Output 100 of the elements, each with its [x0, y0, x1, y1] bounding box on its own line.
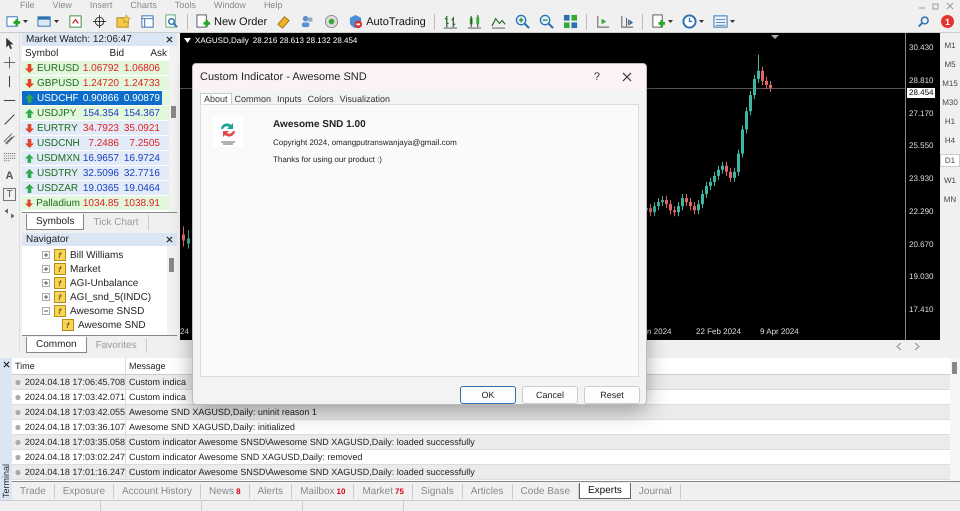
caret-icon[interactable]	[698, 20, 704, 23]
tree-item[interactable]: Awesome SNSD	[70, 306, 144, 316]
scrollbar-thumb[interactable]	[952, 362, 957, 374]
shift-marker-icon[interactable]	[771, 35, 779, 39]
new-chart-icon[interactable]	[6, 14, 21, 29]
tree-item[interactable]: Awesome SND	[78, 320, 146, 330]
symbol-row[interactable]: Palladium 1034.85 1038.91	[22, 196, 169, 211]
terminal-tab[interactable]: News 8	[201, 484, 250, 499]
column-header[interactable]: Message	[126, 361, 166, 371]
symbol-row[interactable]: EURUSD 1.06792 1.06806	[22, 61, 169, 76]
arrows-icon[interactable]	[3, 207, 16, 220]
column-header[interactable]: Time	[12, 358, 126, 374]
bar-chart-icon[interactable]	[442, 14, 458, 29]
dialog-button[interactable]: Reset	[584, 386, 640, 404]
panel-icon[interactable]	[140, 14, 155, 29]
close-icon[interactable]	[166, 36, 173, 43]
expander-icon[interactable]	[42, 307, 50, 315]
panel-tab[interactable]: Common	[26, 337, 87, 353]
caret-icon[interactable]	[668, 20, 673, 23]
symbol-row[interactable]: USDMXN 16.9657 16.9724	[22, 151, 169, 166]
dialog-button[interactable]: OK	[460, 386, 516, 404]
caret-icon[interactable]	[54, 20, 59, 23]
panel-tab[interactable]: Symbols	[26, 214, 84, 230]
close-icon[interactable]	[2, 361, 10, 368]
column-header[interactable]: Ask	[126, 48, 169, 59]
indicator-icon[interactable]	[650, 14, 666, 29]
tile-windows-icon[interactable]	[562, 14, 578, 29]
timeframe-button[interactable]: H4	[941, 135, 959, 146]
tree-item[interactable]: AGI_snd_5(INDC)	[70, 292, 152, 302]
zoom-in-icon[interactable]	[514, 14, 530, 29]
symbol-row[interactable]: USDTRY 32.5096 32.7716	[22, 166, 169, 181]
timeframe-button[interactable]: H1	[941, 116, 959, 127]
expander-icon[interactable]	[42, 279, 50, 287]
text-tool[interactable]: A	[6, 170, 14, 182]
scrollbar-thumb[interactable]	[171, 106, 176, 118]
timeframe-button[interactable]: M30	[941, 97, 959, 108]
zoom-out-icon[interactable]	[538, 14, 554, 29]
column-header[interactable]: Symbol	[22, 48, 83, 59]
close-icon[interactable]	[622, 72, 632, 82]
status-dot-icon	[15, 454, 21, 460]
candlestick-icon[interactable]	[466, 14, 482, 29]
terminal-tab[interactable]: Experts	[579, 483, 631, 500]
scroll-left-icon[interactable]	[896, 343, 902, 350]
symbol-row[interactable]: USDCHF 0.90866 0.90879	[22, 91, 169, 106]
symbol-row[interactable]: EURTRY 34.7923 35.0921	[22, 121, 169, 136]
star-folder-icon[interactable]	[116, 14, 131, 29]
symbol-row[interactable]: USDJPY 154.354 154.367	[22, 106, 169, 121]
dropdown-triangle-icon[interactable]	[184, 38, 191, 43]
auto-trading-button[interactable]: AutoTrading	[345, 14, 429, 29]
terminal-tab[interactable]: Market 75	[354, 484, 413, 499]
clock-icon[interactable]	[682, 14, 697, 29]
scrollbar-thumb[interactable]	[169, 258, 174, 272]
new-order-button[interactable]: New Order	[193, 14, 270, 29]
auto-scroll-icon[interactable]	[594, 14, 610, 29]
help-button[interactable]: ?	[594, 70, 600, 83]
template-icon[interactable]	[712, 14, 728, 29]
fibonacci-icon[interactable]	[3, 151, 16, 164]
magnifier-document-icon[interactable]	[164, 14, 179, 29]
dialog-tab[interactable]: Colors	[304, 94, 337, 104]
caret-icon[interactable]	[23, 20, 28, 23]
dialog-tab[interactable]: About	[200, 92, 232, 104]
symbol-row[interactable]: USDCNH 7.2486 7.2505	[22, 136, 169, 151]
indicator-name: Awesome SND 1.00	[273, 118, 367, 130]
timeframe-button[interactable]: MN	[941, 194, 959, 205]
dialog-tab[interactable]: Visualization	[336, 94, 393, 104]
expander-icon[interactable]	[42, 265, 50, 273]
chart-shift-icon[interactable]	[618, 14, 634, 29]
channel-icon[interactable]	[3, 132, 16, 145]
people-icon[interactable]	[300, 14, 316, 29]
timeframe-button[interactable]: M1	[941, 40, 959, 51]
tree-item[interactable]: Bill Williams	[70, 250, 124, 260]
terminal-tab[interactable]: Mailbox 10	[292, 484, 354, 499]
timeframe-button[interactable]: M5	[941, 59, 959, 70]
trend-line-icon[interactable]	[3, 113, 16, 126]
timeframe-button[interactable]: W1	[941, 175, 959, 186]
text-label-tool[interactable]: T	[3, 188, 16, 201]
tree-item[interactable]: AGI-Unbalance	[70, 278, 138, 288]
scroll-right-icon[interactable]	[914, 343, 920, 350]
dialog-tab[interactable]: Inputs	[274, 94, 305, 104]
search-icon[interactable]	[918, 16, 930, 28]
dialog-tab[interactable]: Common	[232, 94, 274, 104]
ask-price: 1.24733	[122, 76, 161, 90]
notification-badge[interactable]: 1	[941, 15, 954, 28]
tree-item[interactable]: Market	[70, 264, 101, 274]
expander-icon[interactable]	[42, 251, 50, 259]
caret-icon[interactable]	[730, 20, 735, 23]
crosshair-icon[interactable]	[92, 14, 107, 29]
column-header[interactable]: Bid	[83, 48, 126, 59]
symbol-row[interactable]: USDZAR 19.0365 19.0464	[22, 181, 169, 196]
dialog-button[interactable]: Cancel	[522, 386, 578, 404]
expander-icon[interactable]	[42, 293, 50, 301]
window-icon[interactable]	[37, 14, 52, 29]
timeframe-button[interactable]: D1	[940, 154, 960, 167]
symbol-row[interactable]: GBPUSD 1.24720 1.24733	[22, 76, 169, 91]
pencil-icon[interactable]	[276, 14, 292, 29]
crosshair-icon[interactable]	[3, 56, 16, 69]
timeframe-button[interactable]: M15	[941, 78, 959, 89]
log-time: 2024.04.18 17:03:35.058	[24, 437, 125, 447]
close-icon[interactable]	[166, 236, 173, 243]
ask-price: 1.06806	[122, 62, 161, 75]
